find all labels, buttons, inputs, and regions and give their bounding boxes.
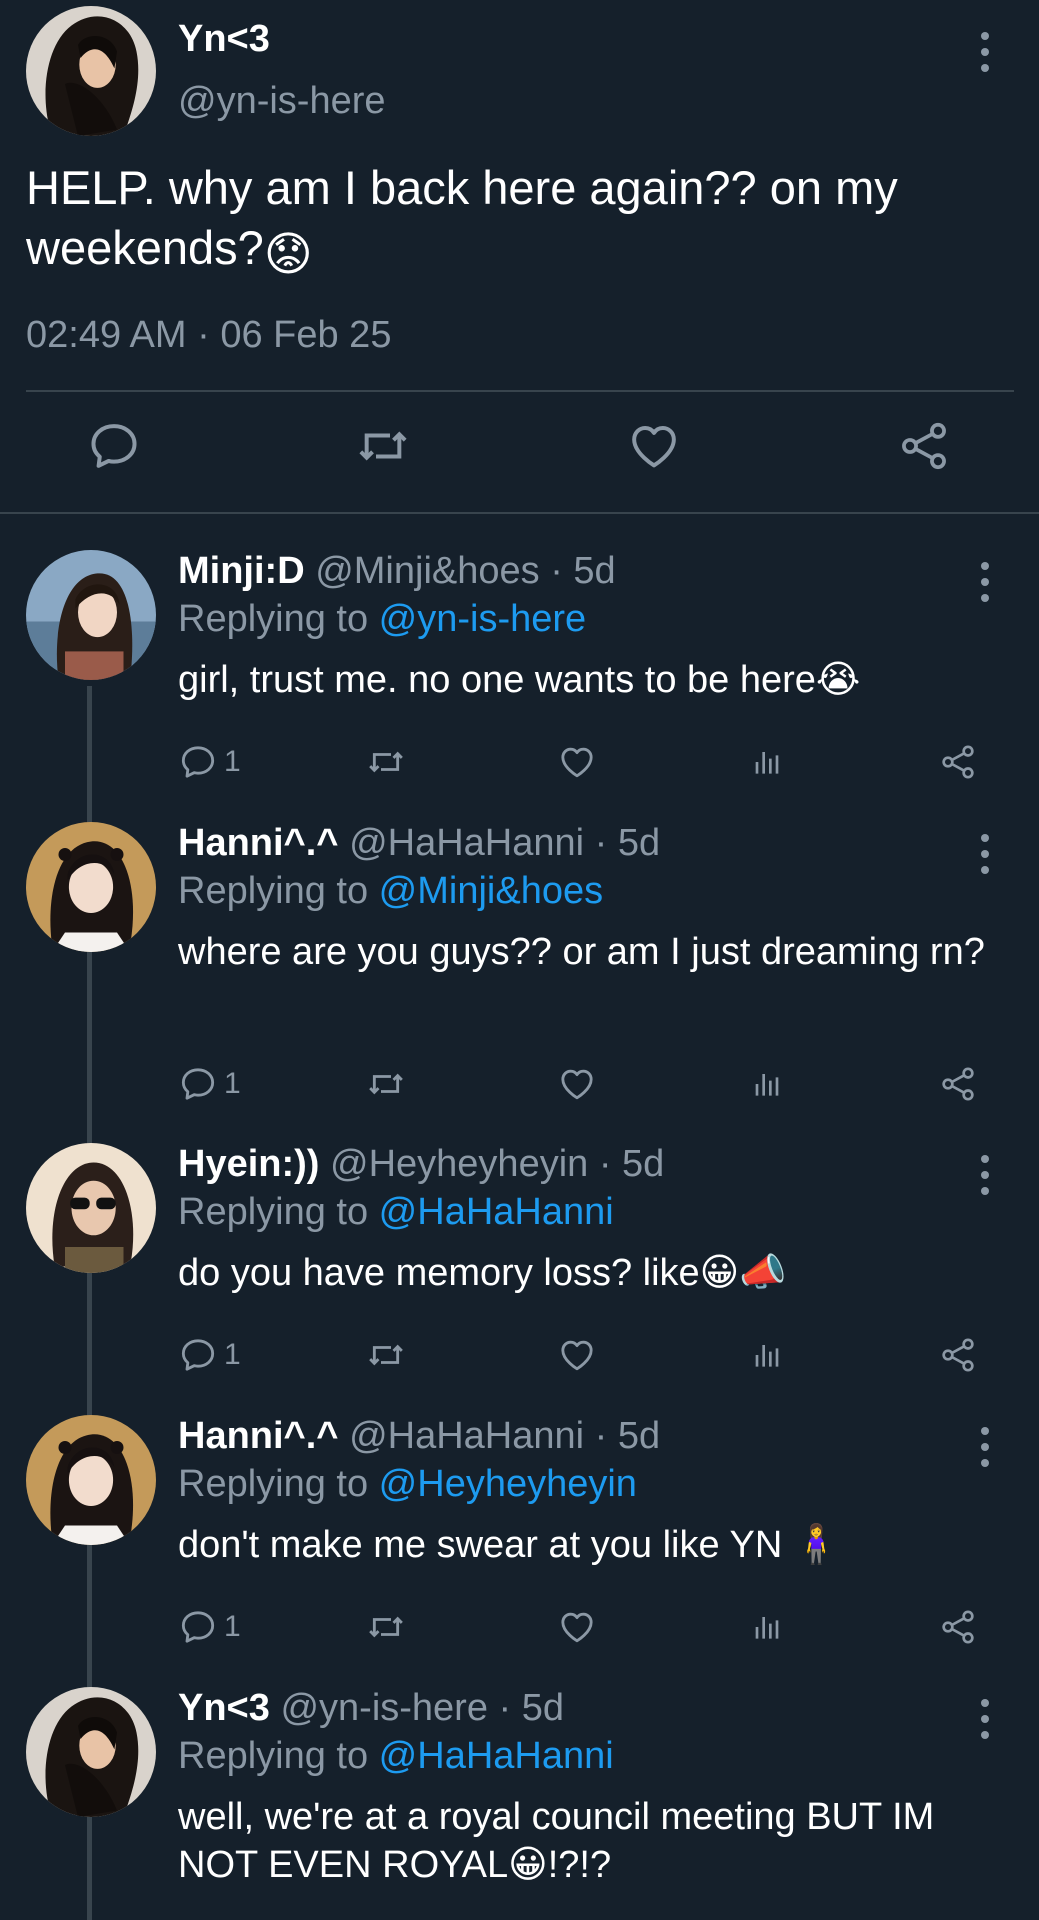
avatar[interactable] <box>26 1415 156 1545</box>
reply-count: 1 <box>224 745 241 778</box>
reply-header: Hyein:)) @Heyheyheyin · 5d <box>178 1143 664 1186</box>
share-icon[interactable] <box>938 1062 978 1106</box>
tweet-timestamp[interactable]: 02:49 AM · 06 Feb 25 <box>26 314 391 357</box>
tweet-text-body: HELP. why am I back here again?? on my w… <box>26 161 898 274</box>
views-icon[interactable] <box>747 1605 787 1649</box>
reply-text: do you have memory loss? like😀📣 <box>178 1252 787 1294</box>
replying-label: Replying to <box>178 1463 379 1505</box>
reply-count: 1 <box>224 1338 241 1371</box>
reply-mention[interactable]: @HaHaHanni <box>379 1735 614 1777</box>
reply-icon[interactable]: 1 <box>178 1333 241 1377</box>
reply-tweet: Hyein:)) @Heyheyheyin · 5d Replying to @… <box>0 1143 1039 1383</box>
thread-divider <box>0 512 1039 514</box>
reply-actions: 1 <box>178 1062 998 1106</box>
reply-actions: 1 <box>178 1605 998 1649</box>
heart-icon[interactable] <box>557 740 597 784</box>
replying-to: Replying to @HaHaHanni <box>178 1735 614 1778</box>
share-icon[interactable] <box>938 1333 978 1377</box>
reply-mention[interactable]: @HaHaHanni <box>379 1191 614 1233</box>
heart-icon[interactable] <box>557 1062 597 1106</box>
reply-mention[interactable]: @Minji&hoes <box>379 870 603 912</box>
tweet-text: HELP. why am I back here again?? on my w… <box>26 158 1016 284</box>
reply-header: Hanni^.^ @HaHaHanni · 5d <box>178 822 660 865</box>
reply-author-name[interactable]: Hyein:)) <box>178 1143 319 1185</box>
reply-author-name[interactable]: Hanni^.^ <box>178 1415 339 1457</box>
reply-text: girl, trust me. no one wants to be here😭 <box>178 659 861 701</box>
reply-header: Yn<3 @yn-is-here · 5d <box>178 1687 564 1730</box>
more-options-icon[interactable] <box>979 562 991 602</box>
reply-icon[interactable]: 1 <box>178 1062 241 1106</box>
reply-author-name[interactable]: Minji:D <box>178 550 305 592</box>
reply-meta: @Heyheyheyin · 5d <box>330 1143 665 1185</box>
tweet-actions <box>0 418 1039 488</box>
reply-tweet: Hanni^.^ @HaHaHanni · 5d Replying to @Mi… <box>0 822 1039 1112</box>
views-icon[interactable] <box>747 1333 787 1377</box>
reply-mention[interactable]: @yn-is-here <box>379 598 587 640</box>
heart-icon[interactable] <box>557 1333 597 1377</box>
replying-to: Replying to @HaHaHanni <box>178 1191 614 1234</box>
avatar[interactable] <box>26 822 156 952</box>
reply-text: don't make me swear at you like YN 🧍‍♀️ <box>178 1524 841 1566</box>
reply-actions: 1 <box>178 1333 998 1377</box>
reply-actions: 1 <box>178 740 998 784</box>
reply-author-name[interactable]: Hanni^.^ <box>178 822 339 864</box>
reply-meta: @HaHaHanni · 5d <box>349 1415 661 1457</box>
replying-label: Replying to <box>178 870 379 912</box>
reply-tweet: Minji:D @Minji&hoes · 5d Replying to @yn… <box>0 550 1039 790</box>
divider <box>26 390 1014 392</box>
share-icon[interactable] <box>938 740 978 784</box>
worried-face-emoji: 😟 <box>263 227 313 280</box>
replying-label: Replying to <box>178 598 379 640</box>
more-options-icon[interactable] <box>979 834 991 874</box>
main-tweet: Yn<3 @yn-is-here HELP. why am I back her… <box>0 0 1039 512</box>
more-options-icon[interactable] <box>979 1699 991 1739</box>
share-icon[interactable] <box>896 418 952 474</box>
reply-mention[interactable]: @Heyheyheyin <box>379 1463 637 1505</box>
share-icon[interactable] <box>938 1605 978 1649</box>
reply-header: Hanni^.^ @HaHaHanni · 5d <box>178 1415 660 1458</box>
more-options-icon[interactable] <box>979 1427 991 1467</box>
more-options-icon[interactable] <box>979 32 991 72</box>
author-name[interactable]: Yn<3 <box>178 18 270 61</box>
more-options-icon[interactable] <box>979 1155 991 1195</box>
reply-meta: @Minji&hoes · 5d <box>315 550 616 592</box>
replying-label: Replying to <box>178 1735 379 1777</box>
reply-icon[interactable] <box>86 418 142 474</box>
views-icon[interactable] <box>747 1062 787 1106</box>
reply-icon[interactable]: 1 <box>178 1605 241 1649</box>
reply-icon[interactable]: 1 <box>178 740 241 784</box>
replying-to: Replying to @Heyheyheyin <box>178 1463 637 1506</box>
replying-to: Replying to @yn-is-here <box>178 598 586 641</box>
replying-to: Replying to @Minji&hoes <box>178 870 603 913</box>
reply-meta: @HaHaHanni · 5d <box>349 822 661 864</box>
reply-text: well, we're at a royal council meeting B… <box>178 1796 935 1886</box>
reply-meta: @yn-is-here · 5d <box>280 1687 565 1729</box>
retweet-icon[interactable] <box>366 1333 406 1377</box>
reply-count: 1 <box>224 1067 241 1100</box>
reply-header: Minji:D @Minji&hoes · 5d <box>178 550 616 593</box>
retweet-icon[interactable] <box>355 418 411 474</box>
avatar[interactable] <box>26 1143 156 1273</box>
author-handle[interactable]: @yn-is-here <box>178 80 386 123</box>
heart-icon[interactable] <box>626 418 682 474</box>
avatar[interactable] <box>26 1687 156 1817</box>
heart-icon[interactable] <box>557 1605 597 1649</box>
views-icon[interactable] <box>747 740 787 784</box>
replying-label: Replying to <box>178 1191 379 1233</box>
reply-tweet: Hanni^.^ @HaHaHanni · 5d Replying to @He… <box>0 1415 1039 1655</box>
avatar[interactable] <box>26 550 156 680</box>
retweet-icon[interactable] <box>366 740 406 784</box>
reply-text: where are you guys?? or am I just dreami… <box>178 931 985 973</box>
retweet-icon[interactable] <box>366 1605 406 1649</box>
reply-count: 1 <box>224 1610 241 1643</box>
reply-author-name[interactable]: Yn<3 <box>178 1687 270 1729</box>
retweet-icon[interactable] <box>366 1062 406 1106</box>
avatar[interactable] <box>26 6 156 136</box>
reply-tweet: Yn<3 @yn-is-here · 5d Replying to @HaHaH… <box>0 1687 1039 1920</box>
